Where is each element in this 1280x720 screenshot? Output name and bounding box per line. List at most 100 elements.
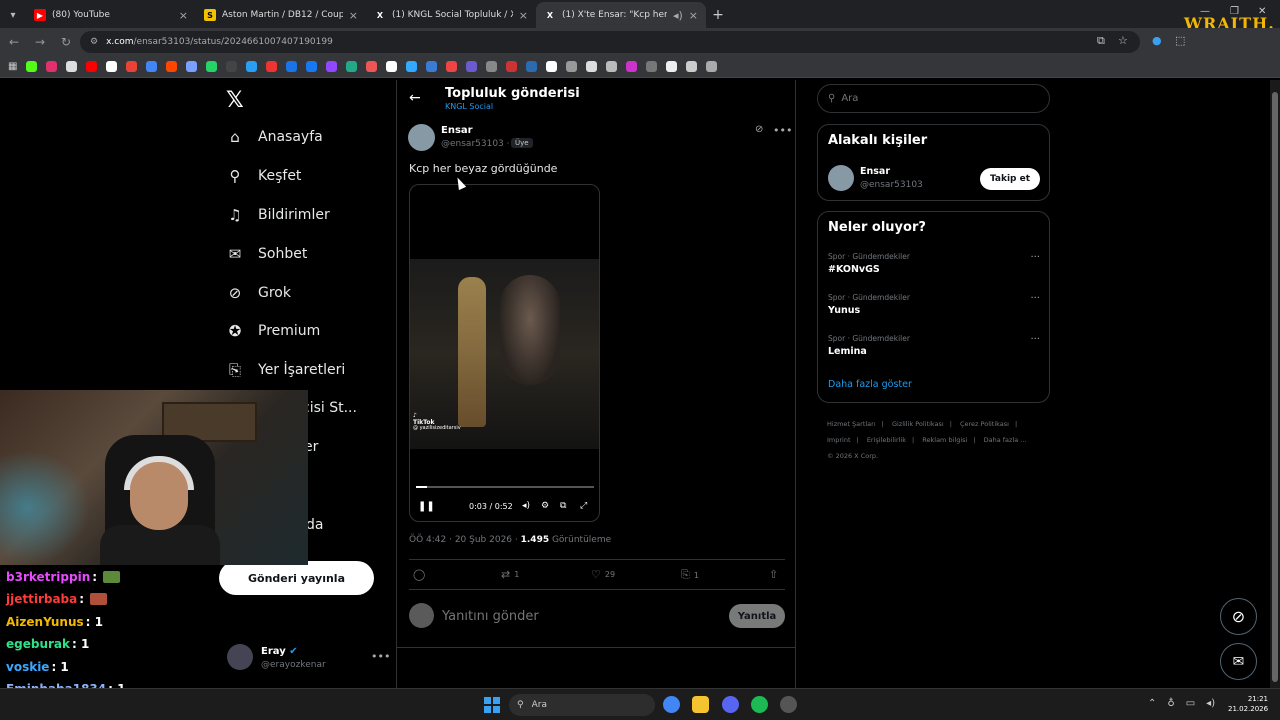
more-icon[interactable]: ··· [1030,252,1040,263]
bookmark-action[interactable]: ⎘ 1 [681,568,699,582]
star-icon[interactable]: ☆ [1118,34,1128,47]
trend-item[interactable]: Spor · Gündemdekiler Yunus ··· [828,293,1040,316]
footer-link[interactable]: Reklam bilgisi [922,436,967,444]
bookmark-reddit-icon[interactable] [166,61,178,72]
close-icon[interactable]: × [519,9,528,22]
forward-icon[interactable]: → [28,30,52,54]
footer-link[interactable]: Çerez Politikası [960,420,1009,428]
more-icon[interactable]: ··· [1030,334,1040,345]
bookmark-site-icon[interactable] [566,61,578,72]
bookmark-site-icon[interactable] [466,61,478,72]
speaker-icon[interactable]: ◂) [673,9,683,22]
reply-input[interactable] [442,606,692,626]
trend-item[interactable]: Spor · Gündemdekiler Lemina ··· [828,334,1040,357]
search-box[interactable]: ⚲ [817,84,1050,113]
url-field[interactable]: ⚙ x.com/ensar53103/status/20246610074071… [80,31,1140,53]
follow-button[interactable]: Takip et [980,168,1040,190]
reply-button[interactable]: Yanıtla [729,604,785,628]
bookmark-site-icon[interactable] [526,61,538,72]
site-info-icon[interactable]: ⚙ [90,37,98,47]
post-button[interactable]: Gönderi yayınla [219,561,374,595]
volume-icon[interactable]: ◂) [522,501,530,511]
nav-home[interactable]: ⌂ Anasayfa [226,128,322,146]
extension-icon[interactable]: ● [1152,34,1162,47]
page-scrollbar[interactable] [1270,80,1280,688]
footer-link[interactable]: Imprint [827,436,851,444]
nav-notifications[interactable]: ♫ Bildirimler [226,206,329,224]
show-more-link[interactable]: Daha fazla göster [828,379,912,390]
bookmark-site-icon[interactable] [146,61,158,72]
bookmark-twitch-icon[interactable] [326,61,338,72]
bookmark-site-icon[interactable] [406,61,418,72]
bookmark-x-icon[interactable] [66,61,78,72]
bookmark-whatsapp-icon[interactable] [206,61,218,72]
video-progress-bar[interactable] [416,486,594,488]
nav-grok[interactable]: ⊘ Grok [226,284,291,302]
person-handle[interactable]: @ensar53103 [860,180,923,190]
bookmark-site-icon[interactable] [686,61,698,72]
tab-kngl-social[interactable]: X (1) KNGL Social Topluluk / X × [366,2,536,28]
close-icon[interactable]: × [349,9,358,22]
new-tab-button[interactable]: + [706,2,730,28]
bookmark-site-icon[interactable] [386,61,398,72]
author-name[interactable]: Ensar [441,125,473,136]
reload-icon[interactable]: ↻ [54,30,78,54]
author-handle[interactable]: @ensar53103 · [441,139,510,149]
taskbar-search[interactable]: ⚲ Ara [509,694,655,716]
chevron-up-icon[interactable]: ⌃ [1148,698,1156,709]
bookmark-site-icon[interactable] [506,61,518,72]
tab-aston-martin[interactable]: S Aston Martin / DB12 / Coupe / × [196,2,366,28]
share-action[interactable]: ⇧ [769,568,778,581]
more-icon[interactable]: ··· [1030,293,1040,304]
bookmark-facebook-icon[interactable] [306,61,318,72]
fullscreen-icon[interactable]: ⤢ [580,501,587,511]
nav-messages[interactable]: ✉ Sohbet [226,245,308,263]
bookmark-site-icon[interactable] [266,61,278,72]
file-explorer-icon[interactable] [692,696,709,713]
bookmark-site-icon[interactable] [606,61,618,72]
repost-action[interactable]: ⇄ 1 [501,568,519,581]
like-action[interactable]: ♡ 29 [591,568,615,581]
install-icon[interactable]: ⧉ [1097,34,1105,48]
tab-post[interactable]: X (1) X'te Ensar: "Kcp her bey ◂) × [536,2,706,28]
settings-icon[interactable]: ⚙ [541,501,549,511]
messages-fab-button[interactable]: ✉ [1220,643,1257,680]
bookmark-site-icon[interactable] [446,61,458,72]
footer-link[interactable]: Gizlilik Politikası [892,420,944,428]
bookmark-youtube-icon[interactable] [86,61,98,72]
bookmark-gmail-icon[interactable] [126,61,138,72]
video-player[interactable]: ♪ TikTok @ yazilisizeditarsiv ❚❚ 0:03 / … [409,184,600,522]
community-link[interactable]: KNGL Social [445,102,493,111]
footer-link[interactable]: Daha fazla ... [984,436,1027,444]
scrollbar-thumb[interactable] [1272,92,1278,682]
bookmark-site-icon[interactable] [626,61,638,72]
tab-youtube[interactable]: ▶ (80) YouTube × [26,2,196,28]
bookmark-site-icon[interactable] [286,61,298,72]
chrome-icon[interactable] [663,696,680,713]
tab-search-menu[interactable]: ▾ [0,2,26,28]
bookmark-site-icon[interactable] [646,61,658,72]
discord-icon[interactable] [722,696,739,713]
person-name[interactable]: Ensar [860,166,890,177]
close-icon[interactable]: × [179,9,188,22]
bookmark-google-icon[interactable] [106,61,118,72]
bookmark-site-icon[interactable] [226,61,238,72]
back-icon[interactable]: ← [2,30,26,54]
microphone-icon[interactable]: ♁ [1167,698,1174,709]
bookmark-site-icon[interactable] [366,61,378,72]
picture-in-picture-icon[interactable]: ⧉ [560,501,566,511]
avatar[interactable] [828,165,854,191]
bookmark-site-icon[interactable] [546,61,558,72]
app-icon[interactable] [780,696,797,713]
grok-fab-button[interactable]: ⊘ [1220,598,1257,635]
bookmark-site-icon[interactable] [486,61,498,72]
windows-start-icon[interactable] [484,697,500,713]
nav-premium[interactable]: ✪ Premium [226,322,321,340]
bookmark-instagram-icon[interactable] [46,61,58,72]
search-input[interactable] [841,93,1032,104]
grok-icon[interactable]: ⊘ [755,124,763,135]
taskbar-clock[interactable]: 21:21 21.02.2026 [1228,694,1268,714]
bookmark-site-icon[interactable] [666,61,678,72]
footer-link[interactable]: Erişilebilirlik [867,436,906,444]
trend-item[interactable]: Spor · Gündemdekiler #KONvGS ··· [828,252,1040,275]
